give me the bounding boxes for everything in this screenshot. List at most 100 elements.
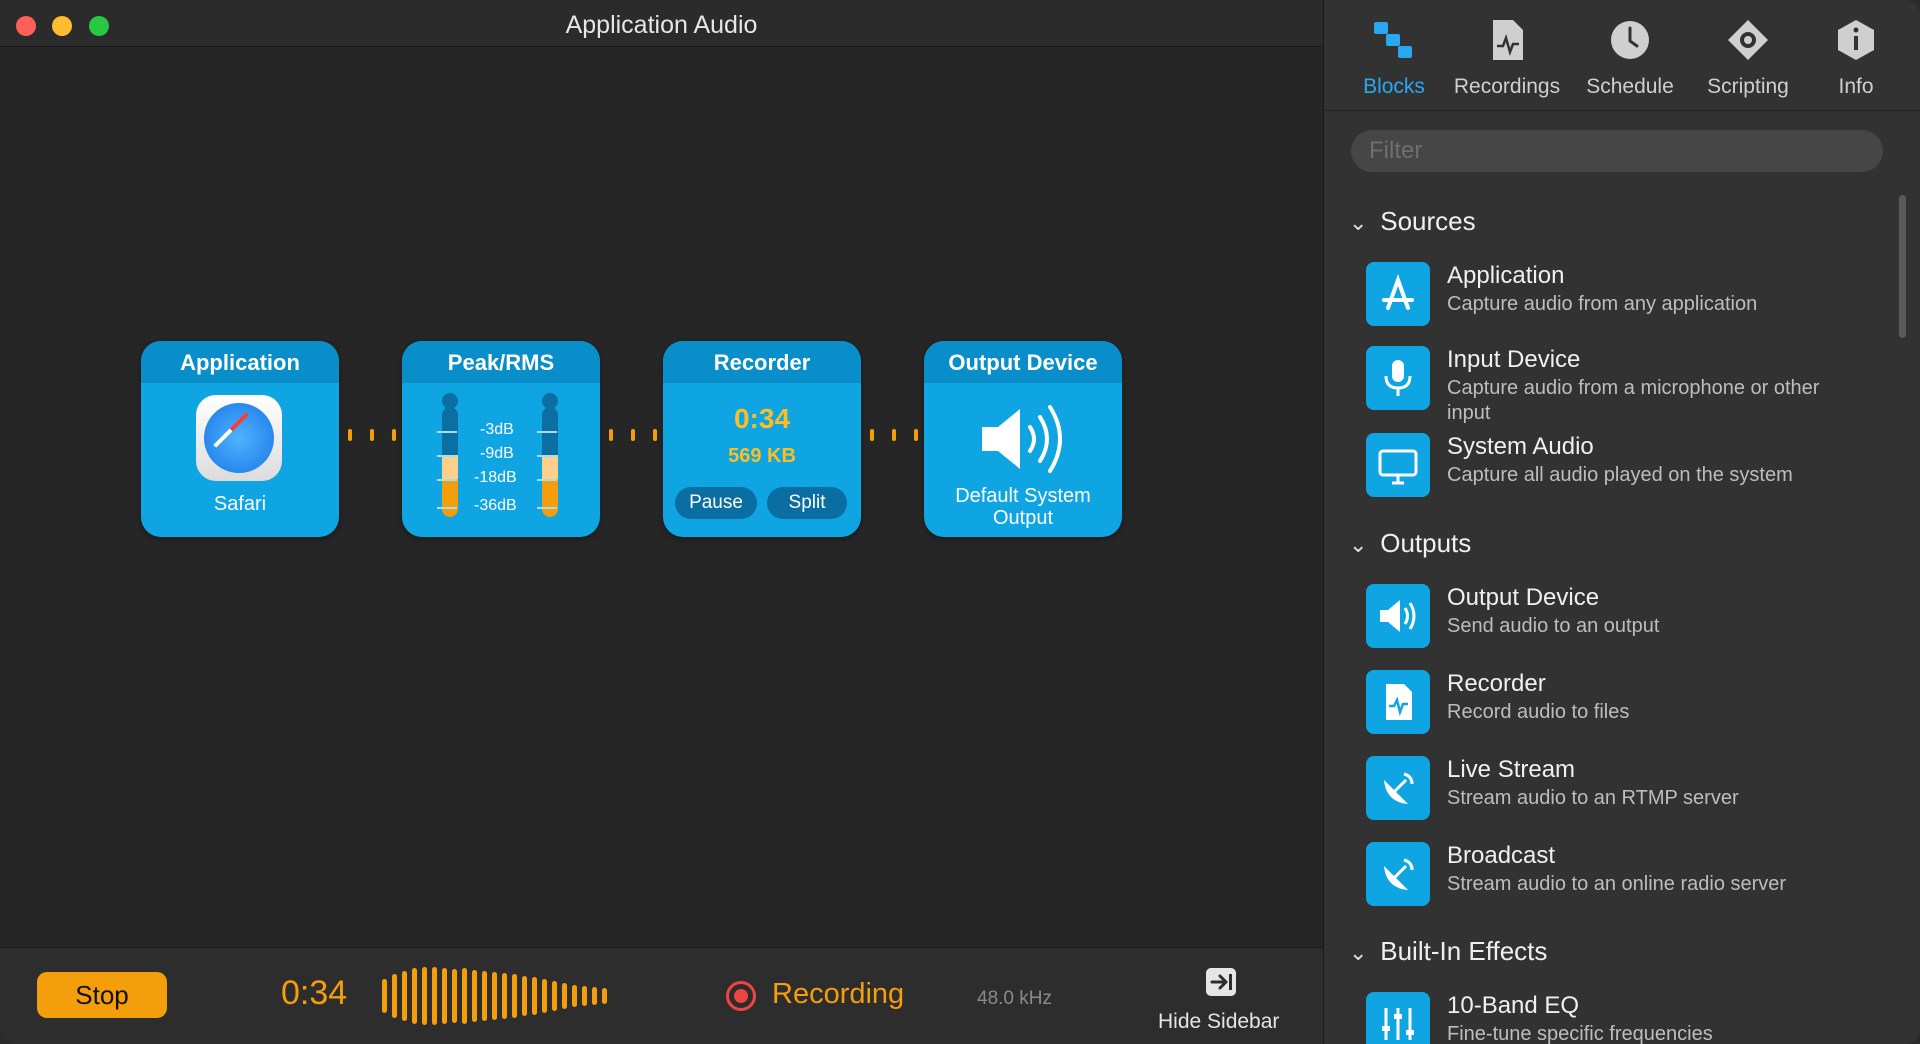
tab-scripting[interactable]: Scripting bbox=[1698, 18, 1798, 99]
section-built-in-effects[interactable]: ⌄ Built-In Effects bbox=[1349, 936, 1547, 967]
waveform-bar bbox=[432, 967, 437, 1025]
record-indicator-icon bbox=[726, 981, 756, 1011]
db-label: -9dB bbox=[480, 445, 514, 462]
block-title: Peak/RMS bbox=[402, 341, 600, 383]
item-description: Fine-tune specific frequencies bbox=[1447, 1023, 1713, 1044]
item-description: Stream audio to an online radio server bbox=[1447, 873, 1787, 895]
level-meter-right bbox=[542, 407, 558, 517]
block-canvas[interactable]: Application Safari Peak/RMS -3dB -9dB -1… bbox=[0, 47, 1323, 947]
recordings-icon bbox=[1493, 20, 1523, 60]
clock-icon bbox=[1611, 21, 1649, 59]
item-name: Recorder bbox=[1447, 670, 1546, 697]
recording-status: Recording bbox=[772, 978, 905, 1010]
chevron-down-icon: ⌄ bbox=[1349, 532, 1368, 557]
recording-file-icon bbox=[1366, 670, 1430, 734]
item-name: Live Stream bbox=[1447, 756, 1576, 783]
level-meter-left bbox=[442, 407, 458, 517]
item-description: Capture all audio played on the system bbox=[1447, 464, 1793, 486]
section-title: Outputs bbox=[1380, 528, 1472, 558]
waveform bbox=[382, 966, 607, 1026]
item-name: Broadcast bbox=[1447, 842, 1556, 869]
sample-rate: 48.0 kHz bbox=[977, 988, 1052, 1009]
section-outputs[interactable]: ⌄ Outputs bbox=[1349, 528, 1471, 559]
chevron-down-icon: ⌄ bbox=[1349, 210, 1368, 235]
bottom-status-bar: Stop 0:34 Recording 48.0 kHz Hide Sideba… bbox=[0, 947, 1323, 1044]
stop-button[interactable]: Stop bbox=[37, 972, 167, 1018]
item-description: Stream audio to an RTMP server bbox=[1447, 787, 1739, 809]
db-label: -18dB bbox=[474, 469, 517, 486]
item-name: Input Device bbox=[1447, 346, 1581, 373]
waveform-bar bbox=[572, 985, 577, 1007]
speaker-icon bbox=[1366, 584, 1430, 648]
waveform-bar bbox=[442, 968, 447, 1024]
speaker-icon bbox=[982, 405, 1062, 473]
connection-dots bbox=[348, 429, 396, 441]
waveform-bar bbox=[542, 979, 547, 1013]
tab-label: Scripting bbox=[1707, 75, 1789, 98]
waveform-bar bbox=[472, 970, 477, 1022]
tab-schedule[interactable]: Schedule bbox=[1580, 18, 1680, 99]
equalizer-icon bbox=[1366, 992, 1430, 1044]
peak-rms-block[interactable]: Peak/RMS -3dB -9dB -18dB -36dB bbox=[402, 341, 600, 537]
tab-label: Recordings bbox=[1453, 75, 1561, 98]
waveform-bar bbox=[562, 983, 567, 1009]
waveform-bar bbox=[462, 968, 467, 1024]
hide-sidebar-icon[interactable] bbox=[1206, 968, 1236, 996]
blocks-icon bbox=[1374, 22, 1412, 58]
recorder-block[interactable]: Recorder 0:34 569 KB Pause Split bbox=[663, 341, 861, 537]
waveform-bar bbox=[482, 971, 487, 1021]
elapsed-time: 0:34 bbox=[281, 974, 348, 1012]
db-label: -36dB bbox=[474, 497, 517, 514]
waveform-bar bbox=[592, 987, 597, 1005]
waveform-bar bbox=[552, 981, 557, 1011]
monitor-icon bbox=[1366, 433, 1430, 497]
item-name: 10-Band EQ bbox=[1447, 992, 1580, 1019]
split-button[interactable]: Split bbox=[767, 487, 847, 519]
waveform-bar bbox=[582, 986, 587, 1006]
sidebar-scrollbar[interactable] bbox=[1899, 195, 1906, 338]
filter-field[interactable] bbox=[1351, 130, 1883, 172]
application-block[interactable]: Application Safari bbox=[141, 341, 339, 537]
waveform-bar bbox=[422, 967, 427, 1025]
waveform-bar bbox=[382, 979, 387, 1013]
waveform-bar bbox=[402, 971, 407, 1021]
waveform-bar bbox=[412, 968, 417, 1024]
sidebar: Blocks Recordings Schedule Scripting Inf… bbox=[1323, 0, 1920, 1044]
recorder-time: 0:34 bbox=[733, 403, 791, 434]
block-title: Recorder bbox=[663, 341, 861, 383]
waveform-bar bbox=[492, 972, 497, 1020]
microphone-icon bbox=[1366, 346, 1430, 410]
block-title: Application bbox=[141, 341, 339, 383]
satellite-dish-icon bbox=[1366, 756, 1430, 820]
waveform-bar bbox=[522, 976, 527, 1016]
safari-icon bbox=[196, 395, 282, 481]
connection-dots bbox=[870, 429, 918, 441]
waveform-bar bbox=[512, 974, 517, 1018]
item-description: Capture audio from a microphone or other… bbox=[1447, 377, 1820, 424]
waveform-bar bbox=[602, 988, 607, 1004]
tab-blocks[interactable]: Blocks bbox=[1354, 18, 1434, 99]
output-device-block[interactable]: Output Device Default System Output bbox=[924, 341, 1122, 537]
tab-recordings[interactable]: Recordings bbox=[1452, 18, 1562, 99]
info-icon bbox=[1838, 20, 1874, 60]
item-description: Send audio to an output bbox=[1447, 615, 1660, 637]
scripting-icon bbox=[1728, 20, 1768, 60]
waveform-bar bbox=[452, 969, 457, 1023]
block-title: Output Device bbox=[924, 341, 1122, 383]
connection-dots bbox=[609, 429, 657, 441]
pause-button[interactable]: Pause bbox=[675, 487, 757, 519]
item-description: Record audio to files bbox=[1447, 701, 1630, 723]
section-sources[interactable]: ⌄ Sources bbox=[1349, 206, 1476, 237]
tab-label: Schedule bbox=[1586, 75, 1674, 98]
block-caption: Default System Output bbox=[955, 485, 1091, 529]
chevron-down-icon: ⌄ bbox=[1349, 940, 1368, 965]
tab-label: Info bbox=[1838, 75, 1874, 98]
filter-input[interactable] bbox=[1351, 130, 1883, 172]
hide-sidebar-button[interactable]: Hide Sidebar bbox=[1158, 1010, 1279, 1034]
title-bar: Application Audio bbox=[0, 0, 1323, 47]
waveform-bar bbox=[392, 974, 397, 1018]
tab-info[interactable]: Info bbox=[1826, 18, 1886, 99]
block-caption: Safari bbox=[213, 493, 267, 515]
waveform-bar bbox=[502, 973, 507, 1019]
item-name: Application bbox=[1447, 262, 1565, 289]
